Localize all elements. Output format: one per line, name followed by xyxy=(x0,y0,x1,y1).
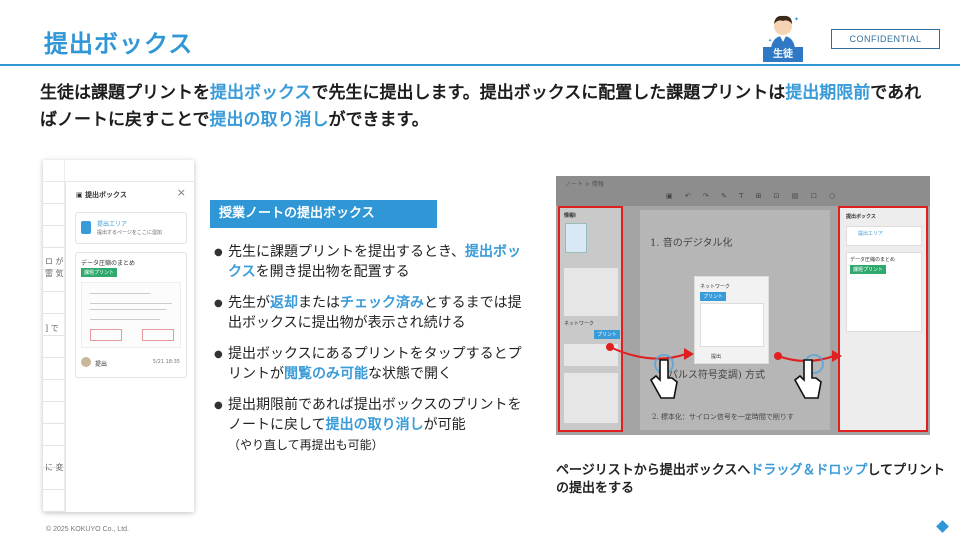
bullet-text: 先生に課題プリントを提出するとき、 xyxy=(228,244,466,260)
confidential-label: CONFIDENTIAL xyxy=(831,29,940,49)
handwriting: 雷 気 xyxy=(45,269,64,278)
section-heading: 授業ノートの提出ボックス xyxy=(210,200,437,228)
hand-pointer-icon xyxy=(793,359,822,399)
lead-text: で先生に提出します。提出ボックスに配置した課題プリントは xyxy=(311,83,786,103)
submitted-print-card[interactable]: データ圧縮のまとめ 課題プリント 提出 5/21 18:35 xyxy=(75,252,187,378)
bullet-text: を開き提出物を配置する xyxy=(255,264,410,280)
handwriting: ロ が xyxy=(45,257,64,266)
thumb-line xyxy=(90,293,150,294)
thumb-line xyxy=(90,319,160,320)
svg-text:✦: ✦ xyxy=(794,16,799,23)
bullet-highlight: 返却 xyxy=(270,295,298,311)
notebook-topbar xyxy=(43,160,194,182)
submission-panel: ▣ 提出ボックス × 提出エリア 提出するページをここに湿加 データ圧縮のまとめ… xyxy=(65,182,194,512)
bullet-note: （やり直して再提出も可能） xyxy=(228,438,384,452)
thumb-line xyxy=(90,303,172,304)
submission-box-mock: ロ が 雷 気 ] で に 変 ▣ 提出ボックス × 提出エリア 提出するページ… xyxy=(43,160,194,512)
submitter-label: 提出 xyxy=(95,361,108,368)
caption-highlight: ドラッグ＆ドロップ xyxy=(750,463,868,478)
submission-drop-area[interactable]: 提出エリア 提出するページをここに湿加 xyxy=(75,212,187,244)
copyright: © 2025 KOKUYO Co., Ltd. xyxy=(46,526,129,533)
print-thumbnail xyxy=(81,282,181,348)
lead-text: ができます。 xyxy=(328,110,429,130)
hand-pointer-icon xyxy=(649,359,678,399)
drag-arrows xyxy=(609,346,842,374)
header-divider xyxy=(0,64,960,66)
thumb-box xyxy=(90,329,122,341)
page-title: 提出ボックス xyxy=(44,30,194,58)
thumb-line xyxy=(90,309,166,310)
bullet-text: または xyxy=(298,295,340,311)
lead-paragraph: 生徒は課題プリントを提出ボックスで先生に提出します。提出ボックスに配置した課題プ… xyxy=(40,80,930,134)
screenshot-caption: ページリストから提出ボックスへドラッグ＆ドロップしてプリントの提出をする xyxy=(556,462,946,498)
bullet-text: が可能 xyxy=(423,417,466,433)
list-item: 先生が返却またはチェック済みとするまでは提出ボックスに提出物が表示され続ける xyxy=(214,293,534,333)
bullet-highlight: 閲覧のみ可能 xyxy=(284,366,368,382)
lead-highlight: 提出ボックス xyxy=(210,83,312,103)
lead-text: 生徒は課題プリントを xyxy=(40,83,210,103)
drag-drop-screenshot: ノート > 情報 ▣ ↶ ↷ ✎ T ⊞ ⊡ ▤ ☐ ○ 情報I ネットワーク … xyxy=(556,176,930,435)
bullet-text: 先生が xyxy=(228,295,270,311)
avatar xyxy=(81,357,91,367)
print-tag: 課題プリント xyxy=(81,268,118,277)
panel-title-text: 提出ボックス xyxy=(85,191,127,199)
diamond-icon xyxy=(936,520,949,533)
close-icon[interactable]: × xyxy=(177,186,186,199)
lead-highlight: 提出の取り消し xyxy=(209,110,329,130)
bullet-text: な状態で開く xyxy=(368,366,452,382)
bullet-highlight: 提出の取り消し xyxy=(325,417,424,433)
print-title: データ圧縮のまとめ xyxy=(81,260,136,267)
feature-list: 先生に課題プリントを提出するとき、提出ボックスを開き提出物を配置する 先生が返却… xyxy=(214,242,534,466)
lead-highlight: 提出期限前 xyxy=(785,83,871,103)
notebook-lines xyxy=(43,160,65,512)
svg-text:✦: ✦ xyxy=(768,38,772,44)
panel-title: ▣ 提出ボックス xyxy=(76,191,127,199)
handwriting: ] で xyxy=(45,324,59,333)
submit-date: 5/21 18:35 xyxy=(152,359,180,365)
drop-area-title: 提出エリア xyxy=(97,221,128,228)
bullet-highlight: チェック済み xyxy=(340,295,424,311)
list-item: 先生に課題プリントを提出するとき、提出ボックスを開き提出物を配置する xyxy=(214,242,534,282)
handwriting: に 変 xyxy=(45,463,64,472)
list-item: 提出ボックスにあるプリントをタップするとプリントが閲覧のみ可能な状態で開く xyxy=(214,344,534,384)
thumb-box xyxy=(142,329,174,341)
caption-text: ページリストから提出ボックスへ xyxy=(556,463,751,478)
student-avatar-icon: ✦ ✦ xyxy=(768,15,799,48)
drag-start-dot xyxy=(606,343,614,351)
list-item: 提出期限前であれば提出ボックスのプリントをノートに戻して提出の取り消しが可能（や… xyxy=(214,395,534,455)
drag-mid-dot xyxy=(774,352,782,360)
document-icon xyxy=(81,221,91,234)
drop-area-hint: 提出するページをここに湿加 xyxy=(97,230,162,236)
role-badge: 生徒 xyxy=(763,47,803,62)
